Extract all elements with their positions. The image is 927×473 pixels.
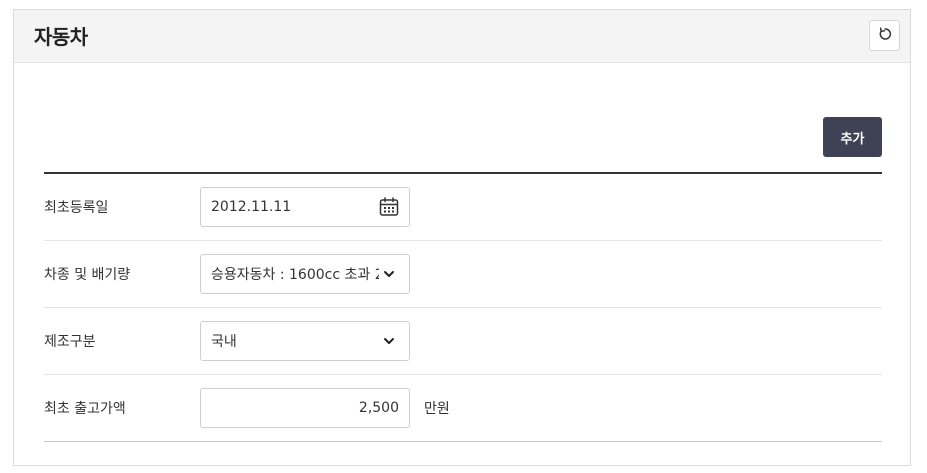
initial-price-label: 최초 출고가액 xyxy=(44,401,126,417)
chevron-down-icon xyxy=(379,264,399,284)
manufacture-value: 국내 xyxy=(211,334,237,350)
vehicle-type-label: 차종 및 배기량 xyxy=(44,267,131,283)
initial-price-input[interactable]: 2,500 xyxy=(200,388,410,428)
vehicle-type-select[interactable]: 승용자동차 : 1600cc 초과 20 xyxy=(200,254,410,294)
panel-title: 자동차 xyxy=(34,25,88,49)
refresh-icon xyxy=(877,26,893,46)
initial-price-unit: 만원 xyxy=(424,401,450,417)
form-row-manufacture: 제조구분 국내 xyxy=(44,308,882,375)
vehicle-type-value: 승용자동차 : 1600cc 초과 20 xyxy=(211,267,379,283)
manufacture-label: 제조구분 xyxy=(44,334,96,350)
first-registration-value: 2012.11.11 xyxy=(211,199,292,215)
panel-header: 자동차 xyxy=(14,10,910,63)
refresh-button[interactable] xyxy=(869,20,900,51)
initial-price-value: 2,500 xyxy=(358,400,399,416)
chevron-down-icon xyxy=(379,331,399,351)
calendar-icon[interactable] xyxy=(379,197,399,217)
form-row-vehicle-type: 차종 및 배기량 승용자동차 : 1600cc 초과 20 xyxy=(44,241,882,308)
first-registration-date-input[interactable]: 2012.11.11 xyxy=(200,187,410,227)
add-button[interactable]: 추가 xyxy=(823,117,882,157)
manufacture-select[interactable]: 국내 xyxy=(200,321,410,361)
form-table: 최초등록일 2012.11.11 차종 및 배기량 승용자동차: 1600cc… xyxy=(44,172,882,442)
car-panel: 자동차 추가 최초등록일 2012.11.11 차종 및 배기량 승용자동차:… xyxy=(13,9,911,466)
first-registration-label: 최초등록일 xyxy=(44,200,109,216)
form-row-first-registration: 최초등록일 2012.11.11 xyxy=(44,174,882,241)
form-row-initial-price: 최초 출고가액 2,500 만원 xyxy=(44,375,882,442)
